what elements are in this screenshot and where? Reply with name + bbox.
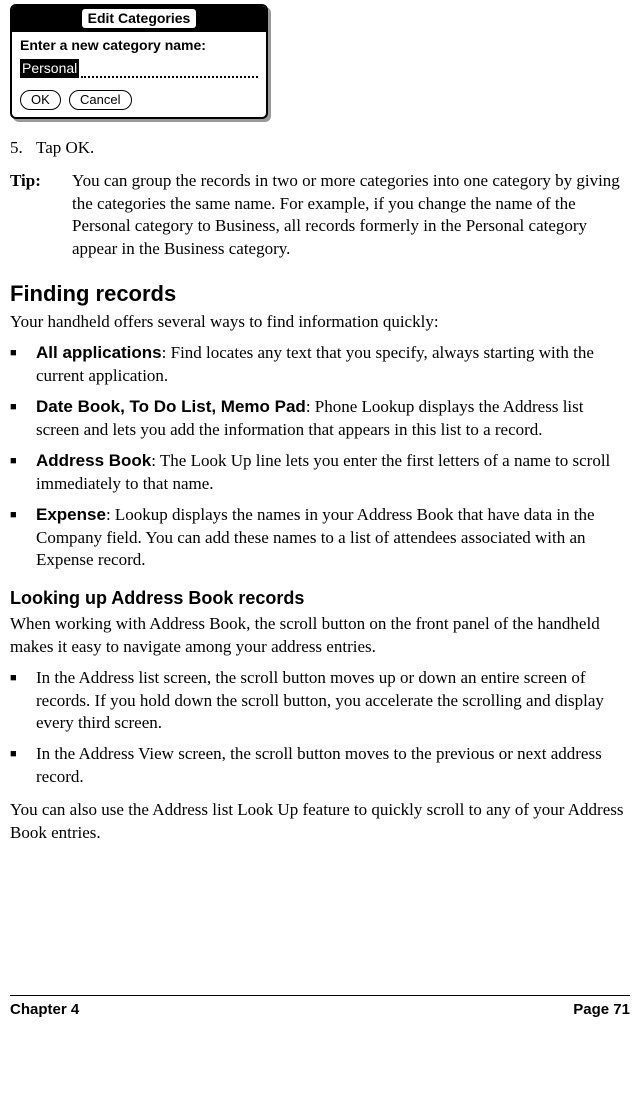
tip-block: Tip: You can group the records in two or…: [10, 170, 630, 262]
list-item: ■ In the Address list screen, the scroll…: [10, 667, 630, 736]
dialog-titlebar: Edit Categories: [12, 6, 266, 32]
list-item: ■ In the Address View screen, the scroll…: [10, 743, 630, 789]
category-name-input[interactable]: Personal: [20, 59, 258, 78]
list-item: ■ All applications: Find locates any tex…: [10, 342, 630, 388]
heading-finding-records: Finding records: [10, 279, 630, 309]
step-text: Tap OK.: [36, 137, 94, 160]
cancel-button[interactable]: Cancel: [69, 90, 131, 110]
tip-text: You can group the records in two or more…: [72, 170, 630, 262]
bullet-icon: ■: [10, 667, 36, 736]
item-bold: Expense: [36, 505, 106, 524]
finding-records-intro: Your handheld offers several ways to fin…: [10, 311, 630, 334]
footer-page: Page 71: [573, 1000, 630, 1020]
looking-up-outro: You can also use the Address list Look U…: [10, 799, 630, 845]
list-item: ■ Date Book, To Do List, Memo Pad: Phone…: [10, 396, 630, 442]
input-underline: [81, 64, 258, 78]
item-bold: All applications: [36, 343, 162, 362]
ok-button[interactable]: OK: [20, 90, 61, 110]
footer-chapter: Chapter 4: [10, 1000, 79, 1020]
bullet-icon: ■: [10, 396, 36, 442]
item-text: In the Address list screen, the scroll b…: [36, 667, 630, 736]
edit-categories-dialog: Edit Categories Enter a new category nam…: [10, 4, 268, 119]
item-bold: Address Book: [36, 451, 151, 470]
dialog-title: Edit Categories: [82, 9, 197, 28]
list-item: ■ Expense: Lookup displays the names in …: [10, 504, 630, 573]
looking-up-intro: When working with Address Book, the scro…: [10, 613, 630, 659]
item-text: In the Address View screen, the scroll b…: [36, 743, 630, 789]
bullet-icon: ■: [10, 342, 36, 388]
bullet-icon: ■: [10, 743, 36, 789]
category-name-value: Personal: [20, 59, 79, 78]
step-number: 5.: [10, 137, 36, 160]
tip-label: Tip:: [10, 170, 72, 262]
step-5: 5. Tap OK.: [10, 137, 630, 160]
heading-looking-up: Looking up Address Book records: [10, 586, 630, 610]
item-bold: Date Book, To Do List, Memo Pad: [36, 397, 306, 416]
bullet-icon: ■: [10, 450, 36, 496]
item-text: : Lookup displays the names in your Addr…: [36, 505, 595, 570]
list-item: ■ Address Book: The Look Up line lets yo…: [10, 450, 630, 496]
page-footer: Chapter 4 Page 71: [10, 995, 630, 1020]
dialog-prompt: Enter a new category name:: [20, 36, 258, 55]
bullet-icon: ■: [10, 504, 36, 573]
